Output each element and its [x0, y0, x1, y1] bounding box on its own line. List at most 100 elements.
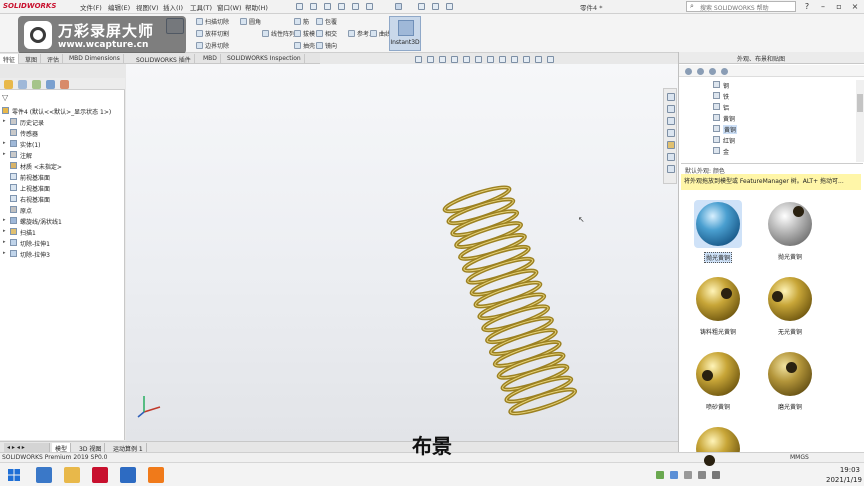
- tray-app-icon[interactable]: [670, 471, 678, 479]
- options-icon[interactable]: [446, 3, 453, 10]
- ribbon-fillet[interactable]: 圆角: [240, 17, 261, 26]
- appearance-swatch[interactable]: 无光黄铜: [761, 275, 819, 336]
- tree-item[interactable]: 材质 <未指定>: [0, 161, 125, 171]
- menu-window[interactable]: 窗口(W): [217, 2, 242, 12]
- folder-scrollbar-thumb[interactable]: [857, 94, 863, 112]
- tree-item[interactable]: ▸ 扫描1: [0, 227, 125, 237]
- ribbon-draft[interactable]: 拔模: [294, 29, 315, 38]
- display-style-icon[interactable]: [487, 56, 494, 63]
- ribbon-lofted-cut[interactable]: 放样切割: [196, 29, 229, 38]
- apply-scene-icon[interactable]: [523, 56, 530, 63]
- folder-scrollbar[interactable]: [856, 80, 864, 162]
- ribbon-boundary-cut[interactable]: 边界切除: [196, 41, 229, 50]
- menu-view[interactable]: 视图(V): [136, 2, 159, 12]
- tab-solidworks-addins[interactable]: SOLIDWORKS 插件: [133, 54, 195, 64]
- expand-arrow-icon[interactable]: ▸: [3, 239, 6, 245]
- appearance-swatch[interactable]: 磨光黄铜: [761, 350, 819, 411]
- recorder-taskbar-icon[interactable]: [148, 467, 164, 483]
- tab-features[interactable]: 特征: [0, 54, 20, 64]
- tree-item[interactable]: ▸ 历史记录: [0, 117, 125, 127]
- tab-sketch[interactable]: 草图: [22, 54, 42, 64]
- app-taskbar-icon[interactable]: [120, 467, 136, 483]
- tab-mbd-dimensions[interactable]: MBD Dimensions: [66, 54, 124, 64]
- custom-properties-icon[interactable]: [667, 153, 675, 161]
- windows-start-icon[interactable]: [6, 467, 22, 483]
- view-palette-icon[interactable]: [667, 129, 675, 137]
- display-pane-icon[interactable]: [547, 56, 554, 63]
- featuremanager-tab-icon[interactable]: [4, 80, 13, 89]
- tray-ime-icon[interactable]: [712, 471, 720, 479]
- configurationmanager-tab-icon[interactable]: [32, 80, 41, 89]
- ribbon-swept-cut[interactable]: 扫描切除: [196, 17, 229, 26]
- appearance-folder[interactable]: 黄铜: [713, 113, 833, 123]
- tab-evaluate[interactable]: 评估: [44, 54, 64, 64]
- file-properties-icon[interactable]: [432, 3, 439, 10]
- appearance-swatch[interactable]: 抛光黄铜: [689, 200, 747, 263]
- hide-show-items-icon[interactable]: [499, 56, 506, 63]
- view-settings-icon[interactable]: [535, 56, 542, 63]
- menu-edit[interactable]: 编辑(E): [108, 2, 130, 12]
- tree-item[interactable]: ▸ 注解: [0, 150, 125, 160]
- search-input[interactable]: ⌕ 搜索 SOLIDWORKS 帮助: [686, 1, 796, 12]
- appearance-folder[interactable]: 黄铜: [713, 124, 833, 134]
- back-icon[interactable]: [685, 68, 692, 75]
- expand-arrow-icon[interactable]: ▸: [3, 140, 6, 146]
- ribbon-wrap[interactable]: 包覆: [316, 17, 337, 26]
- appearance-folder[interactable]: 红铜: [713, 135, 833, 145]
- solidworks-logo[interactable]: SOLIDWORKS: [3, 2, 56, 10]
- solidworks-resources-icon[interactable]: [667, 93, 675, 101]
- menu-insert[interactable]: 插入(I): [163, 2, 183, 12]
- expand-arrow-icon[interactable]: ▸: [3, 151, 6, 157]
- appearance-folder[interactable]: 铁: [713, 91, 833, 101]
- tray-wechat-icon[interactable]: [656, 471, 664, 479]
- propertymanager-tab-icon[interactable]: [18, 80, 27, 89]
- appearance-swatch[interactable]: 喷砂黄铜: [689, 350, 747, 411]
- appearance-swatch[interactable]: 抛光黄铜: [761, 200, 819, 261]
- select-icon[interactable]: [395, 3, 402, 10]
- tree-item[interactable]: 前视基准面: [0, 172, 125, 182]
- view-orientation-icon[interactable]: [475, 56, 482, 63]
- tree-item[interactable]: ▸ 螺旋线/涡状线1: [0, 216, 125, 226]
- open-icon[interactable]: [324, 3, 331, 10]
- tray-volume-icon[interactable]: [698, 471, 706, 479]
- ribbon-curves[interactable]: 曲线: [370, 29, 391, 38]
- minimize-button[interactable]: –: [816, 1, 830, 13]
- tab-solidworks-inspection[interactable]: SOLIDWORKS Inspection: [224, 54, 305, 64]
- print-icon[interactable]: [352, 3, 359, 10]
- appearance-folder[interactable]: 钢: [713, 80, 833, 90]
- instant3d-button[interactable]: Instant3D: [389, 16, 421, 51]
- expand-arrow-icon[interactable]: ▸: [3, 118, 6, 124]
- tree-item[interactable]: ▸ 切除-拉伸1: [0, 238, 125, 248]
- tree-item[interactable]: 右视基准面: [0, 194, 125, 204]
- tree-item[interactable]: 传感器: [0, 128, 125, 138]
- section-view-icon[interactable]: [451, 56, 458, 63]
- edit-appearance-icon[interactable]: [511, 56, 518, 63]
- appearance-swatch[interactable]: 铸料粗光黄铜: [689, 275, 747, 336]
- graphics-area[interactable]: ↖: [126, 64, 678, 441]
- tp-home-icon[interactable]: [709, 68, 716, 75]
- spring-model[interactable]: [426, 174, 596, 434]
- tab-mbd[interactable]: MBD: [200, 54, 221, 64]
- help-icon[interactable]: ?: [800, 1, 814, 13]
- expand-arrow-icon[interactable]: ▸: [3, 228, 6, 234]
- menu-help[interactable]: 帮助(H): [245, 2, 268, 12]
- zoom-to-fit-icon[interactable]: [415, 56, 422, 63]
- ribbon-rib[interactable]: 筋: [294, 17, 309, 26]
- tree-item[interactable]: ▸ 实体(1): [0, 139, 125, 149]
- tree-item[interactable]: 上视基准面: [0, 183, 125, 193]
- home-icon[interactable]: [296, 3, 303, 10]
- edge-icon[interactable]: [36, 467, 52, 483]
- ribbon-shell[interactable]: 抽壳: [294, 41, 315, 50]
- add-location-icon[interactable]: [721, 68, 728, 75]
- zoom-area-icon[interactable]: [427, 56, 434, 63]
- forward-icon[interactable]: [697, 68, 704, 75]
- filter-icon[interactable]: ▽: [2, 93, 8, 102]
- file-explorer-taskbar-icon[interactable]: [64, 467, 80, 483]
- dynamic-annotation-icon[interactable]: [463, 56, 470, 63]
- tree-item[interactable]: ▸ 切除-拉伸3: [0, 249, 125, 259]
- ribbon-linear-pattern[interactable]: 线性阵列: [262, 29, 295, 38]
- dimxpert-tab-icon[interactable]: [46, 80, 55, 89]
- displaymanager-tab-icon[interactable]: [60, 80, 69, 89]
- tray-network-icon[interactable]: [684, 471, 692, 479]
- file-explorer-icon[interactable]: [667, 117, 675, 125]
